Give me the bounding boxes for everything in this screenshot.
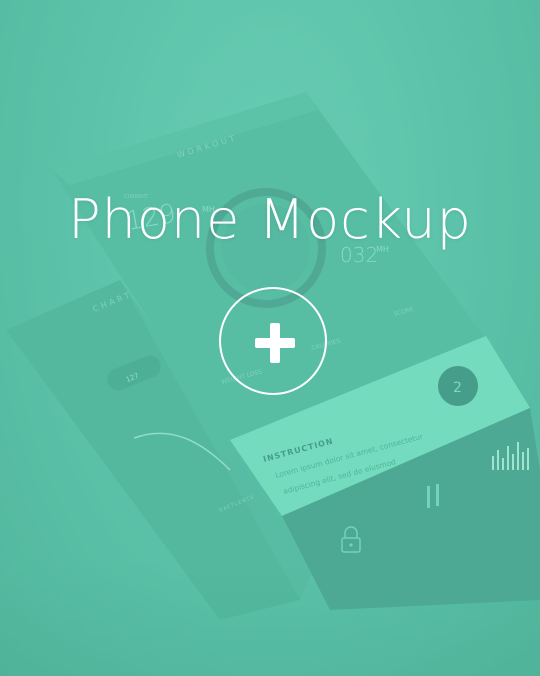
card-title: Phone Mockup	[68, 188, 472, 251]
mockup-card[interactable]: CHART 127 SAFTLENTS WORKOUT CURRENT 129 …	[0, 0, 540, 676]
plus-icon-vertical-bar	[270, 323, 280, 363]
add-button[interactable]	[219, 287, 327, 395]
